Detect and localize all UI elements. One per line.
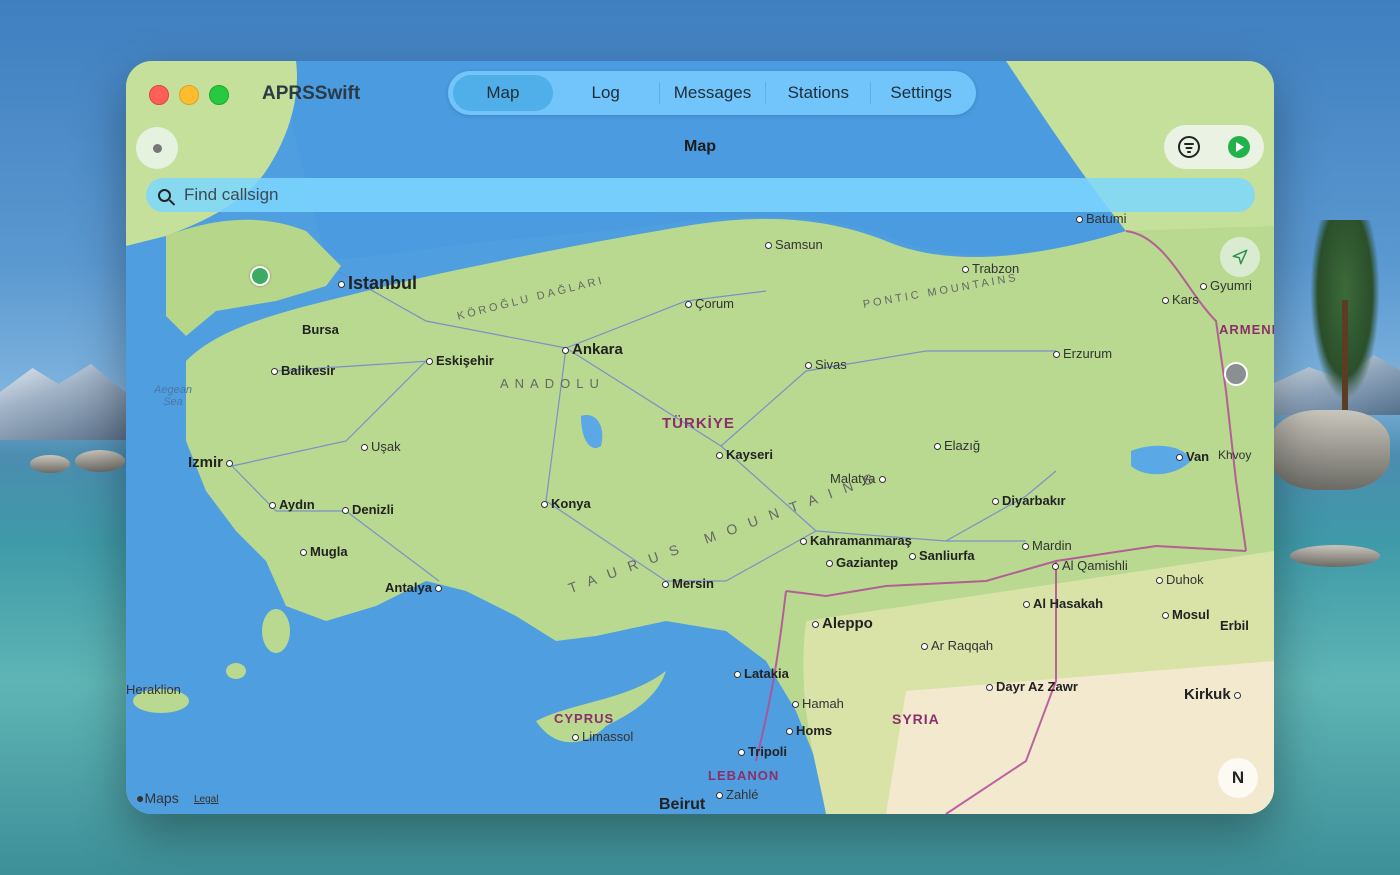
tab-map[interactable]: Map [453, 75, 553, 111]
location-arrow-icon [1232, 249, 1248, 265]
map-label-konya: Konya [541, 496, 591, 511]
map-label-gyumri: Gyumri [1200, 278, 1252, 293]
map-label-van: Van [1176, 449, 1209, 464]
map-label-al-qamishli: Al Qamishli [1052, 558, 1128, 573]
tab-messages[interactable]: Messages [660, 75, 766, 111]
locate-button[interactable] [1220, 237, 1260, 277]
map-label-latakia: Latakia [734, 666, 789, 681]
zoom-button[interactable] [209, 85, 229, 105]
map-label-diyarbakir: Diyarbakır [992, 493, 1066, 508]
map-label-denizli: Denizli [342, 502, 394, 517]
app-window: Istanbul Ankara Izmir Bursa Eskişehir Ba… [126, 61, 1274, 814]
map-label-mosul: Mosul [1162, 607, 1210, 622]
map-label-anadolu: ANADOLU [500, 376, 605, 391]
compass-button[interactable]: N [1218, 758, 1258, 798]
map-label-dayr-az-zawr: Dayr Az Zawr [986, 679, 1078, 694]
map-label-samsun: Samsun [765, 237, 823, 252]
map-label-erbil: Erbil [1220, 618, 1249, 633]
map-label-aleppo: Aleppo [812, 615, 873, 632]
map-label-tripoli: Tripoli [738, 744, 787, 759]
map-label-aydin: Aydın [269, 497, 315, 512]
map-label-corum: Çorum [685, 296, 734, 311]
map-label-mersin: Mersin [662, 576, 714, 591]
map-label-turkiye: TÜRKİYE [662, 415, 735, 432]
tab-log[interactable]: Log [553, 75, 659, 111]
map-label-kars: Kars [1162, 292, 1199, 307]
tab-settings[interactable]: Settings [871, 75, 971, 111]
close-button[interactable] [149, 85, 169, 105]
search-input[interactable] [182, 184, 1086, 206]
map-label-kayseri: Kayseri [716, 447, 773, 462]
play-icon[interactable] [1228, 136, 1250, 158]
desktop-tree-trunk [1342, 300, 1348, 410]
map-label-khvoy: Khvoy [1218, 448, 1252, 462]
map-label-syria: SYRIA [892, 711, 940, 727]
map-label-antalya: Antalya [385, 580, 445, 595]
desktop-rock [1270, 410, 1390, 490]
map-label-armenia: ARMENI [1219, 322, 1274, 337]
map-label-istanbul: Istanbul [338, 273, 417, 294]
map-label-balikesir: Balikesir [271, 363, 335, 378]
map-label-bursa: Bursa [302, 322, 339, 337]
window-controls [149, 85, 229, 105]
map-label-kirkuk: Kirkuk [1184, 686, 1244, 703]
legal-link[interactable]: Legal [194, 794, 218, 805]
map-label-heraklion: Heraklion [126, 682, 181, 697]
map-label-al-hasakah: Al Hasakah [1023, 596, 1103, 611]
map-label-ankara: Ankara [562, 341, 623, 358]
desktop-rock [30, 455, 70, 473]
map-label-hamah: Hamah [792, 696, 844, 711]
map-label-sivas: Sivas [805, 357, 847, 372]
map-label-eskisehir: Eskişehir [426, 353, 494, 368]
desktop-rock [75, 450, 125, 472]
map-controls [1164, 125, 1264, 169]
map-label-mardin: Mardin [1022, 538, 1072, 553]
map-label-batumi: Batumi [1076, 211, 1126, 226]
minimize-button[interactable] [179, 85, 199, 105]
map-label-homs: Homs [786, 723, 832, 738]
map-label-kahramanmaras: Kahramanmaraş [800, 533, 912, 548]
map-canvas [126, 61, 1274, 814]
compass-label: N [1231, 768, 1245, 787]
tab-stations[interactable]: Stations [766, 75, 870, 111]
station-marker[interactable] [250, 266, 270, 286]
page-title: Map [684, 138, 716, 155]
maps-attribution: ●Maps [136, 790, 179, 806]
map-label-duhok: Duhok [1156, 572, 1204, 587]
map-label-sanliurfa: Sanliurfa [909, 548, 975, 563]
map-label-gaziantep: Gaziantep [826, 555, 898, 570]
map-label-beirut: Beirut [659, 796, 706, 813]
desktop-mountains-left [0, 364, 130, 440]
tab-bar: Map Log Messages Stations Settings [448, 71, 976, 115]
desktop-rock [1290, 545, 1380, 567]
map-label-aegean: Aegean Sea [154, 384, 192, 408]
search-bar [146, 178, 1255, 212]
map-label-lebanon: LEBANON [708, 768, 780, 783]
map-label-elazig: Elazığ [934, 438, 980, 453]
user-avatar-marker[interactable] [1224, 362, 1248, 386]
map-label-erzurum: Erzurum [1053, 346, 1112, 361]
search-icon [158, 188, 171, 202]
map-label-usak: Uşak [361, 439, 401, 454]
app-title: APRSSwift [262, 83, 361, 104]
map-label-ar-raqqah: Ar Raqqah [921, 638, 993, 653]
map-label-cyprus: CYPRUS [554, 711, 615, 726]
map-label-izmir: Izmir [188, 454, 236, 471]
map-label-zahle: Zahlé [716, 787, 759, 802]
map-label-limassol: Limassol [572, 729, 633, 744]
filter-icon[interactable] [1178, 136, 1200, 158]
map-view[interactable]: Istanbul Ankara Izmir Bursa Eskişehir Ba… [126, 61, 1274, 814]
map-label-mugla: Mugla [300, 544, 348, 559]
